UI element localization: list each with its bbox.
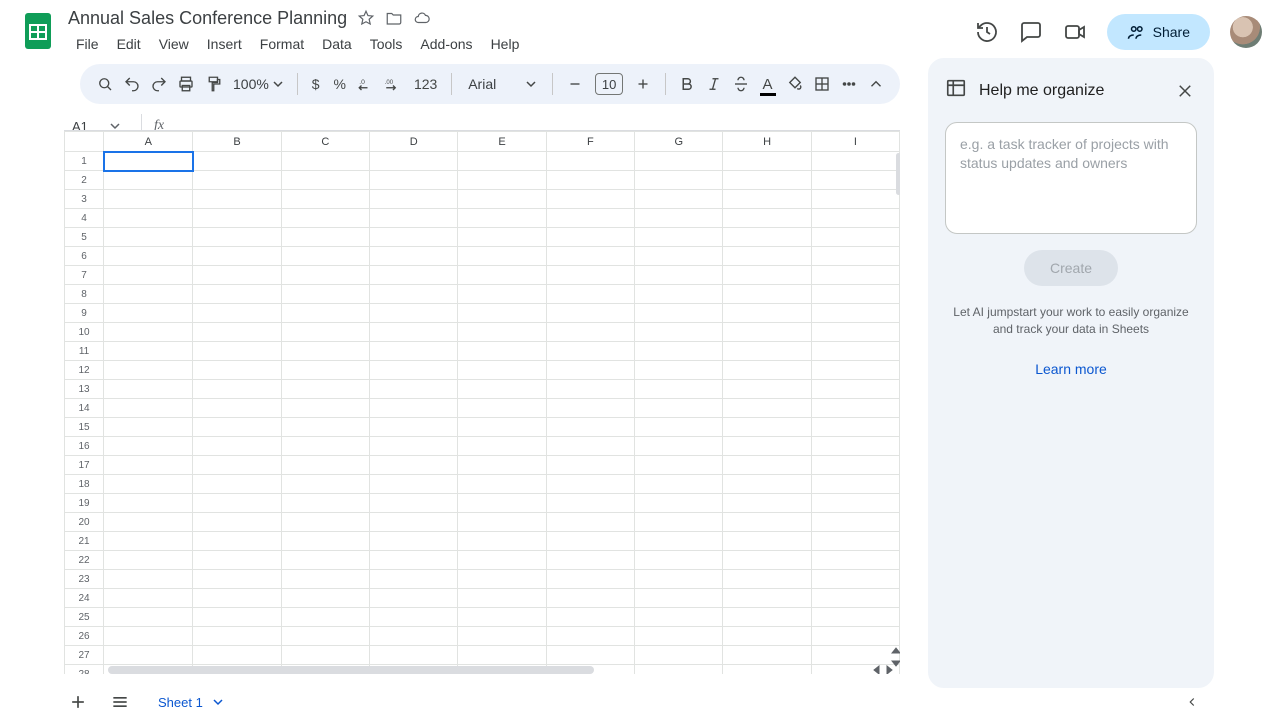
- font-name: Arial: [468, 76, 496, 92]
- borders-icon[interactable]: [809, 70, 834, 98]
- star-icon[interactable]: [357, 9, 375, 27]
- menu-bar: File Edit View Insert Format Data Tools …: [68, 32, 527, 56]
- menu-file[interactable]: File: [68, 34, 107, 54]
- sheet-tab-1[interactable]: Sheet 1: [148, 691, 233, 714]
- organize-table-icon: [945, 77, 967, 104]
- cloud-status-icon[interactable]: [413, 9, 431, 27]
- menu-tools[interactable]: Tools: [362, 34, 411, 54]
- close-icon[interactable]: [1173, 79, 1197, 103]
- text-color-icon[interactable]: A: [755, 70, 780, 98]
- print-icon[interactable]: [173, 70, 198, 98]
- paint-format-icon[interactable]: [200, 70, 225, 98]
- menu-addons[interactable]: Add-ons: [412, 34, 480, 54]
- svg-text:.0: .0: [360, 79, 366, 86]
- learn-more-link[interactable]: Learn more: [945, 361, 1197, 377]
- fill-color-icon[interactable]: [782, 70, 807, 98]
- more-toolbar-icon[interactable]: [836, 70, 861, 98]
- document-title[interactable]: Annual Sales Conference Planning: [68, 8, 347, 29]
- currency-format-icon[interactable]: $: [306, 70, 326, 98]
- decrease-decimal-icon[interactable]: .0: [354, 70, 379, 98]
- meet-video-icon[interactable]: [1063, 20, 1087, 44]
- side-panel-title: Help me organize: [979, 82, 1104, 100]
- menu-insert[interactable]: Insert: [199, 34, 250, 54]
- toolbar: 100% $ % .0 .00 123 Arial 10 A: [80, 64, 900, 104]
- decrease-font-size-icon[interactable]: [561, 70, 589, 98]
- menu-help[interactable]: Help: [483, 34, 528, 54]
- vertical-scrollbar[interactable]: [896, 153, 900, 195]
- percent-format-icon[interactable]: %: [328, 70, 352, 98]
- help-me-organize-panel: Help me organize e.g. a task tracker of …: [928, 58, 1214, 688]
- svg-text:.00: .00: [385, 80, 394, 86]
- bold-icon[interactable]: [674, 70, 699, 98]
- italic-icon[interactable]: [701, 70, 726, 98]
- account-avatar[interactable]: [1230, 16, 1262, 48]
- font-size-input[interactable]: 10: [595, 73, 623, 95]
- sheets-app-icon[interactable]: [18, 6, 58, 56]
- organize-prompt-input[interactable]: e.g. a task tracker of projects with sta…: [945, 122, 1197, 234]
- increase-decimal-icon[interactable]: .00: [381, 70, 406, 98]
- comments-icon[interactable]: [1019, 20, 1043, 44]
- history-icon[interactable]: [975, 20, 999, 44]
- search-menus-icon[interactable]: [92, 70, 117, 98]
- side-panel-description: Let AI jumpstart your work to easily org…: [945, 304, 1197, 339]
- collapse-toolbar-icon[interactable]: [863, 70, 888, 98]
- share-button[interactable]: Share: [1107, 14, 1210, 50]
- menu-data[interactable]: Data: [314, 34, 360, 54]
- menu-edit[interactable]: Edit: [109, 34, 149, 54]
- expand-side-panel-icon[interactable]: [1182, 692, 1202, 712]
- font-selector[interactable]: Arial: [460, 76, 544, 92]
- horizontal-scrollbar[interactable]: [108, 666, 594, 674]
- more-formats-icon[interactable]: 123: [408, 70, 443, 98]
- menu-format[interactable]: Format: [252, 34, 312, 54]
- move-folder-icon[interactable]: [385, 9, 403, 27]
- increase-font-size-icon[interactable]: [629, 70, 657, 98]
- vscroll-arrows[interactable]: [891, 646, 900, 668]
- create-button[interactable]: Create: [1024, 250, 1118, 286]
- all-sheets-icon[interactable]: [106, 688, 134, 716]
- menu-view[interactable]: View: [151, 34, 197, 54]
- zoom-selector[interactable]: 100%: [227, 76, 289, 92]
- spreadsheet-grid[interactable]: ABCDEFGHI1234567891011121314151617181920…: [64, 130, 900, 674]
- redo-icon[interactable]: [146, 70, 171, 98]
- add-sheet-icon[interactable]: [64, 688, 92, 716]
- undo-icon[interactable]: [119, 70, 144, 98]
- share-label: Share: [1153, 24, 1190, 40]
- zoom-value: 100%: [233, 76, 269, 92]
- strikethrough-icon[interactable]: [728, 70, 753, 98]
